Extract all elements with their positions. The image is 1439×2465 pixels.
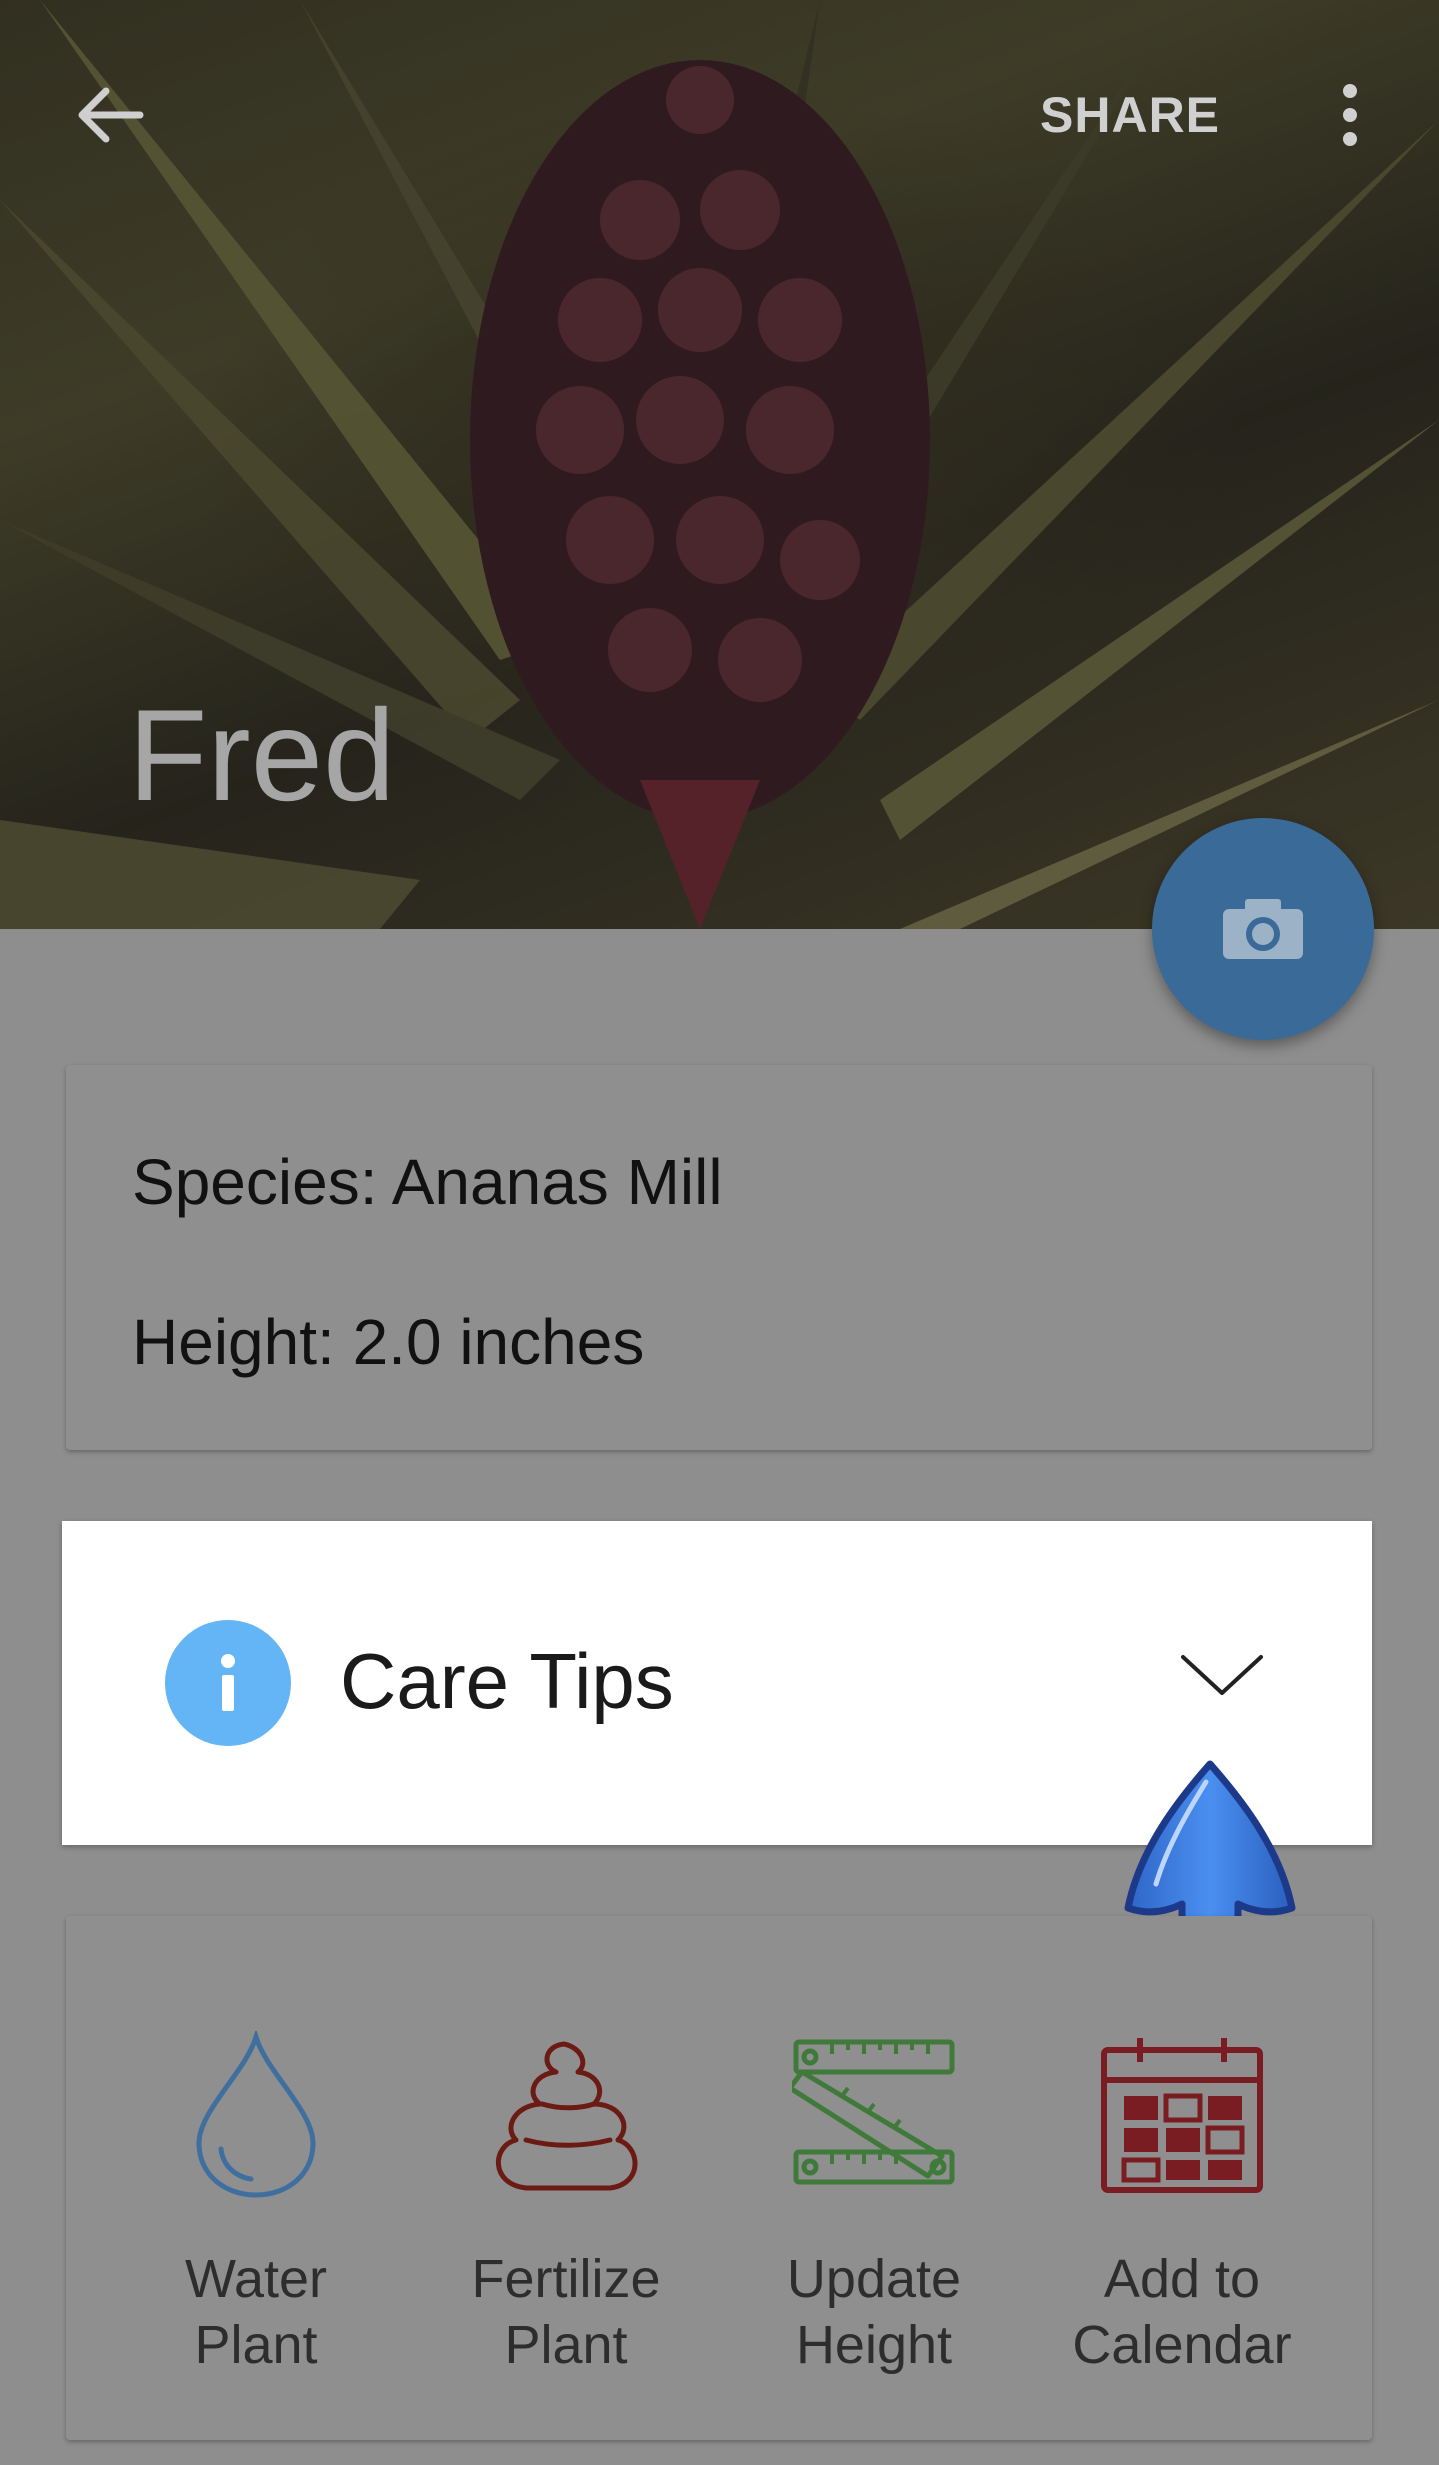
fertilize-plant-button[interactable]: Fertilize Plant	[426, 2026, 706, 2406]
add-to-calendar-button[interactable]: Add to Calendar	[1042, 2026, 1322, 2406]
arrow-back-icon	[78, 87, 144, 143]
camera-fab-button[interactable]	[1152, 818, 1374, 1040]
update-height-button[interactable]: Update Height	[734, 2026, 1014, 2406]
species-text: Species: Ananas Mill	[132, 1146, 723, 1218]
water-drop-icon	[166, 2026, 346, 2206]
expand-toggle[interactable]	[1162, 1631, 1282, 1721]
share-button[interactable]: SHARE	[1040, 80, 1220, 150]
calendar-icon	[1092, 2026, 1272, 2206]
action-label: Fertilize Plant	[471, 2249, 661, 2375]
camera-icon	[1223, 899, 1303, 959]
water-plant-button[interactable]: Water Plant	[116, 2026, 396, 2406]
height-text: Height: 2.0 inches	[132, 1306, 645, 1378]
plant-name-title: Fred	[128, 682, 396, 828]
plant-info-card: Species: Ananas Mill Height: 2.0 inches	[66, 1065, 1372, 1450]
fertilizer-icon	[476, 2026, 656, 2206]
info-icon	[165, 1620, 291, 1746]
plant-actions-card: Water Plant Fertilize Plant Update Heigh…	[66, 1916, 1372, 2440]
chevron-down-icon	[1181, 1655, 1263, 1695]
care-tips-title: Care Tips	[340, 1637, 674, 1725]
ruler-icon	[784, 2026, 964, 2206]
overflow-menu-button[interactable]	[1320, 70, 1380, 160]
more-vert-icon	[1343, 84, 1357, 146]
back-button[interactable]	[60, 70, 160, 160]
action-label: Update Height	[786, 2249, 962, 2375]
action-label: Add to Calendar	[1072, 2249, 1292, 2375]
action-label: Water Plant	[184, 2249, 327, 2375]
